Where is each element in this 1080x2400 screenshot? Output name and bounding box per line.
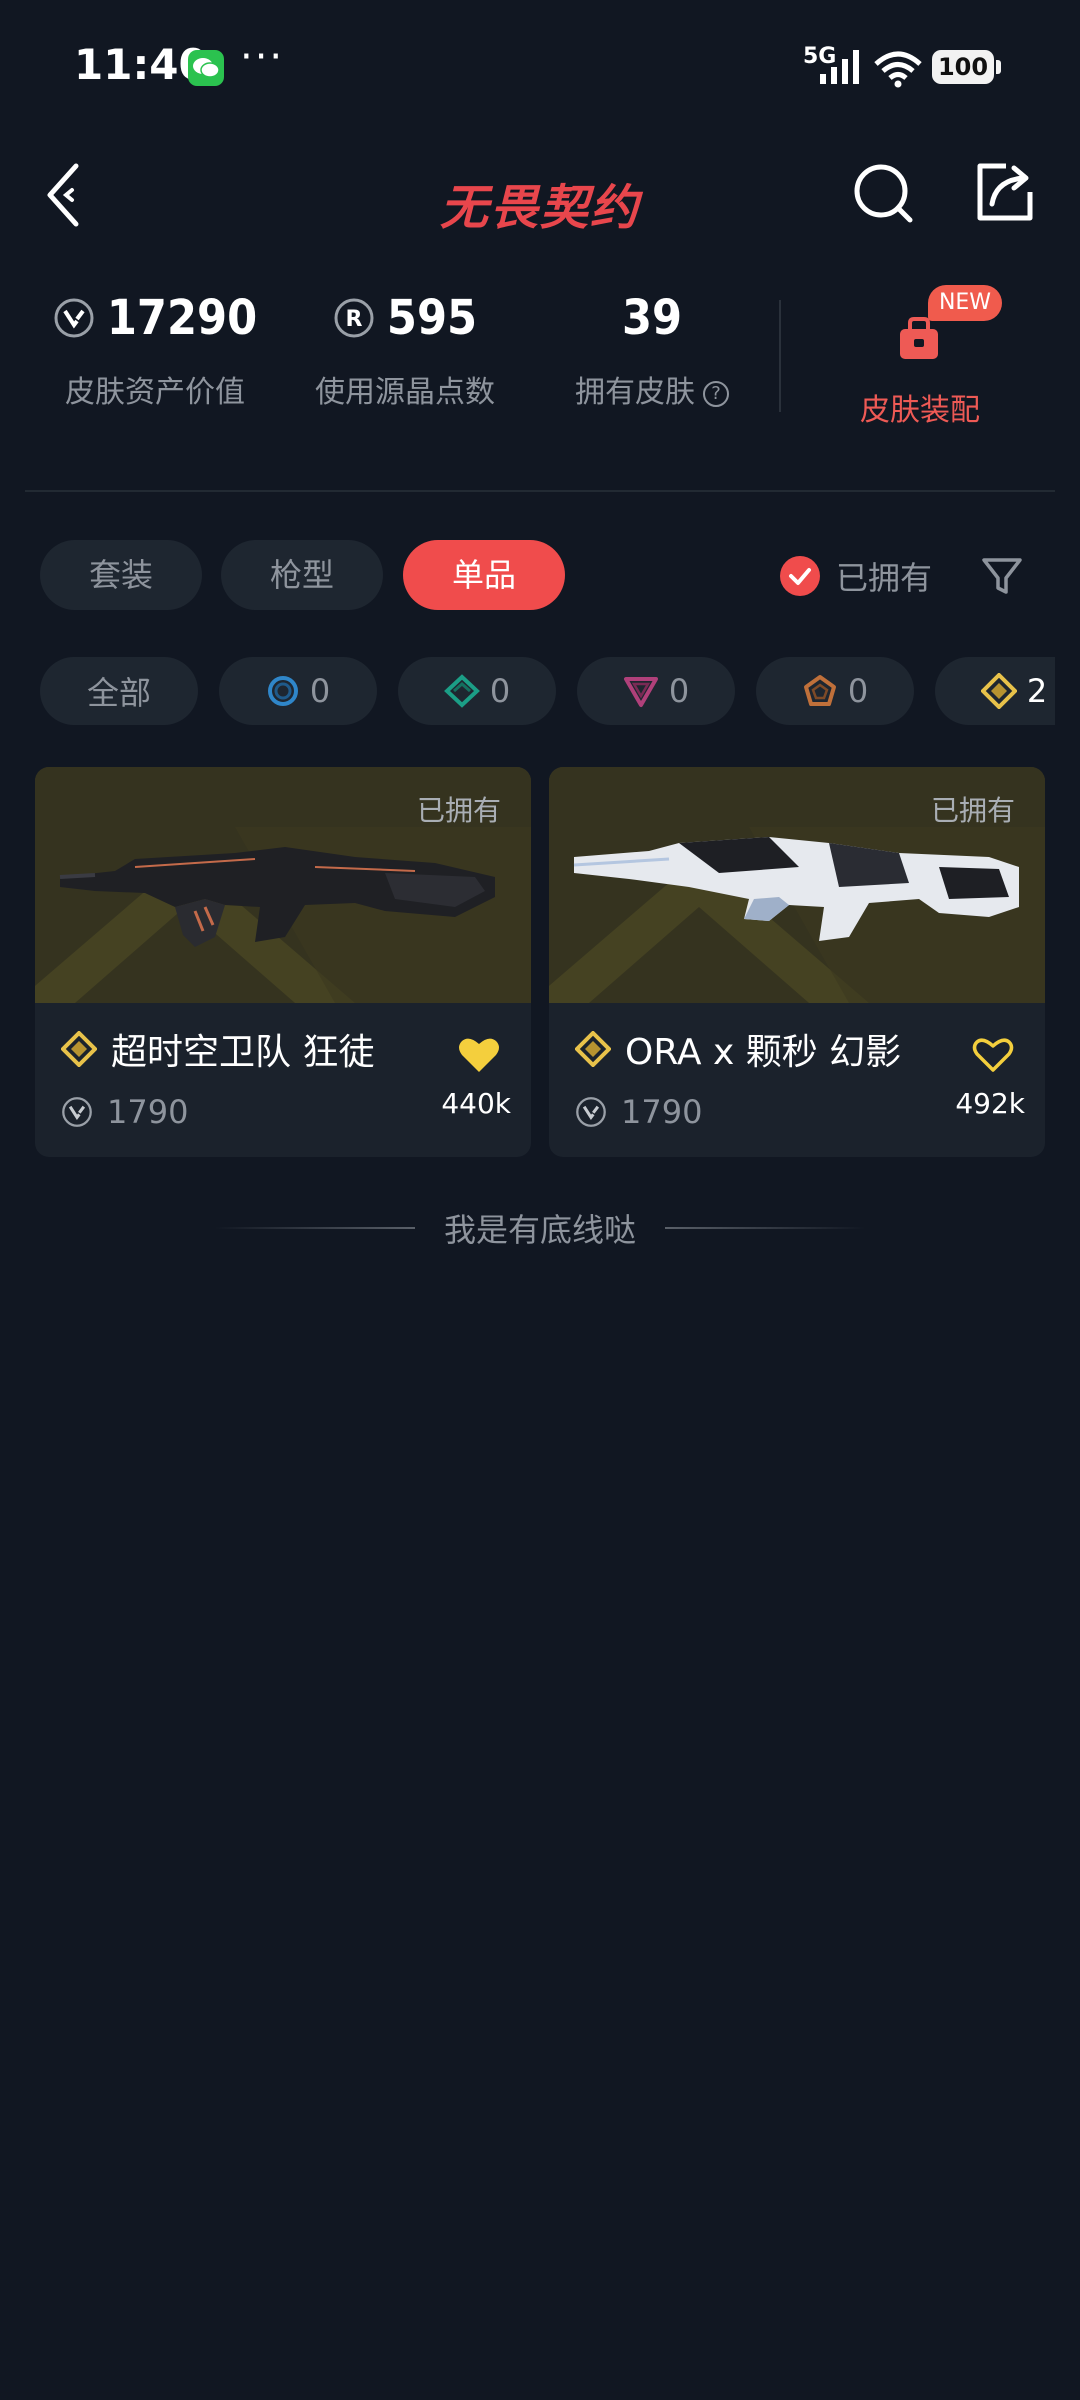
tier-chip-all[interactable]: 全部 — [40, 657, 198, 725]
skin-card[interactable]: 已拥有 超时空卫队 狂徒 1790 440k — [35, 767, 531, 1157]
exclusive-tier-icon — [803, 675, 836, 706]
stat-owned-skins-label: 拥有皮肤 — [575, 375, 695, 410]
wechat-icon — [188, 50, 224, 86]
weapon-image — [59, 847, 495, 947]
end-of-list: 我是有底线哒 — [0, 1205, 1080, 1255]
ultra-tier-icon — [575, 1031, 611, 1067]
ultra-tier-icon — [980, 673, 1017, 709]
ultra-tier-icon — [61, 1031, 97, 1067]
vp-icon — [54, 298, 94, 338]
premium-tier-icon — [623, 677, 658, 707]
stat-owned-skins-number: 39 — [621, 290, 683, 346]
tier-chip-premium[interactable]: 0 — [577, 657, 735, 725]
heart-outline-icon[interactable] — [971, 1035, 1015, 1075]
skin-image: 已拥有 — [549, 767, 1045, 1003]
skin-card[interactable]: 已拥有 ORA x 颗秒 幻影 1790 492k — [549, 767, 1045, 1157]
top-nav: 无畏契约 — [0, 130, 1080, 260]
skin-price: 1790 — [107, 1093, 189, 1131]
signal-icon — [820, 50, 859, 84]
status-bar: 11:40 ··· 5G 100 — [0, 0, 1080, 130]
tab-single-items[interactable]: 单品 — [403, 540, 565, 610]
stats-divider — [779, 300, 781, 412]
battery-cap — [996, 60, 1001, 74]
back-icon[interactable] — [40, 160, 100, 230]
share-icon[interactable] — [970, 158, 1040, 228]
like-count: 492k — [955, 1087, 1025, 1120]
tab-weapon-type[interactable]: 枪型 — [221, 540, 383, 610]
tier-chip-exclusive-count: 0 — [847, 672, 869, 710]
footer-divider-left — [215, 1227, 415, 1229]
tier-chip-ultra-count: 2 — [1026, 672, 1048, 710]
wifi-icon — [874, 51, 922, 88]
heart-filled-icon[interactable] — [457, 1035, 501, 1075]
weapon-image — [573, 837, 1019, 941]
battery-icon: 100 — [932, 50, 994, 84]
brand-logo: 无畏契约 — [439, 180, 640, 236]
vp-icon — [576, 1097, 606, 1127]
stat-radianite: R 595 使用源晶点数 — [300, 285, 510, 425]
owned-filter-label: 已拥有 — [836, 559, 933, 597]
end-of-list-text: 我是有底线哒 — [443, 1211, 636, 1249]
vp-icon — [62, 1097, 92, 1127]
skin-loadout-label: 皮肤装配 — [860, 393, 980, 428]
skin-name: 超时空卫队 狂徒 — [111, 1032, 375, 1073]
tier-chip-select[interactable]: 0 — [219, 657, 377, 725]
owned-filter-toggle[interactable]: 已拥有 — [780, 554, 932, 598]
tier-chip-all-label: 全部 — [86, 674, 151, 712]
stat-owned-skins[interactable]: 39 拥有皮肤? — [552, 285, 752, 425]
select-tier-icon — [267, 676, 298, 706]
search-icon[interactable] — [848, 158, 918, 228]
radianite-icon: R — [334, 298, 374, 338]
filter-icon[interactable] — [980, 554, 1024, 598]
section-divider — [25, 490, 1055, 492]
category-tabs: 套装 枪型 单品 已拥有 — [0, 540, 1080, 612]
stat-radianite-label: 使用源晶点数 — [315, 375, 495, 410]
skin-loadout-button[interactable]: NEW 皮肤装配 — [840, 285, 1002, 435]
tab-bundles[interactable]: 套装 — [40, 540, 202, 610]
tier-chip-premium-count: 0 — [668, 672, 690, 710]
tier-chip-select-count: 0 — [309, 672, 331, 710]
check-icon — [780, 556, 820, 596]
stat-asset-value: 17290 皮肤资产价值 — [40, 285, 270, 425]
loadout-icon — [900, 317, 938, 359]
deluxe-tier-icon — [443, 674, 480, 708]
tier-chip-exclusive[interactable]: 0 — [756, 657, 914, 725]
stat-asset-value-label: 皮肤资产价值 — [65, 375, 245, 410]
like-count: 440k — [441, 1087, 511, 1120]
tier-filter-row: 全部 0 0 0 0 2 — [0, 657, 1055, 727]
tier-chip-ultra[interactable]: 2 — [935, 657, 1055, 725]
skin-price: 1790 — [621, 1093, 703, 1131]
tier-chip-deluxe[interactable]: 0 — [398, 657, 556, 725]
more-indicator: ··· — [240, 34, 285, 80]
owned-tag: 已拥有 — [416, 794, 501, 827]
skin-image: 已拥有 — [35, 767, 531, 1003]
stat-radianite-number: 595 — [386, 290, 478, 346]
help-icon[interactable]: ? — [703, 380, 729, 407]
skin-name: ORA x 颗秒 幻影 — [625, 1032, 902, 1073]
tier-chip-deluxe-count: 0 — [489, 672, 511, 710]
owned-tag: 已拥有 — [930, 794, 1015, 827]
svg-text:R: R — [345, 307, 362, 332]
stat-asset-value-number: 17290 — [106, 290, 258, 346]
footer-divider-right — [665, 1227, 865, 1229]
